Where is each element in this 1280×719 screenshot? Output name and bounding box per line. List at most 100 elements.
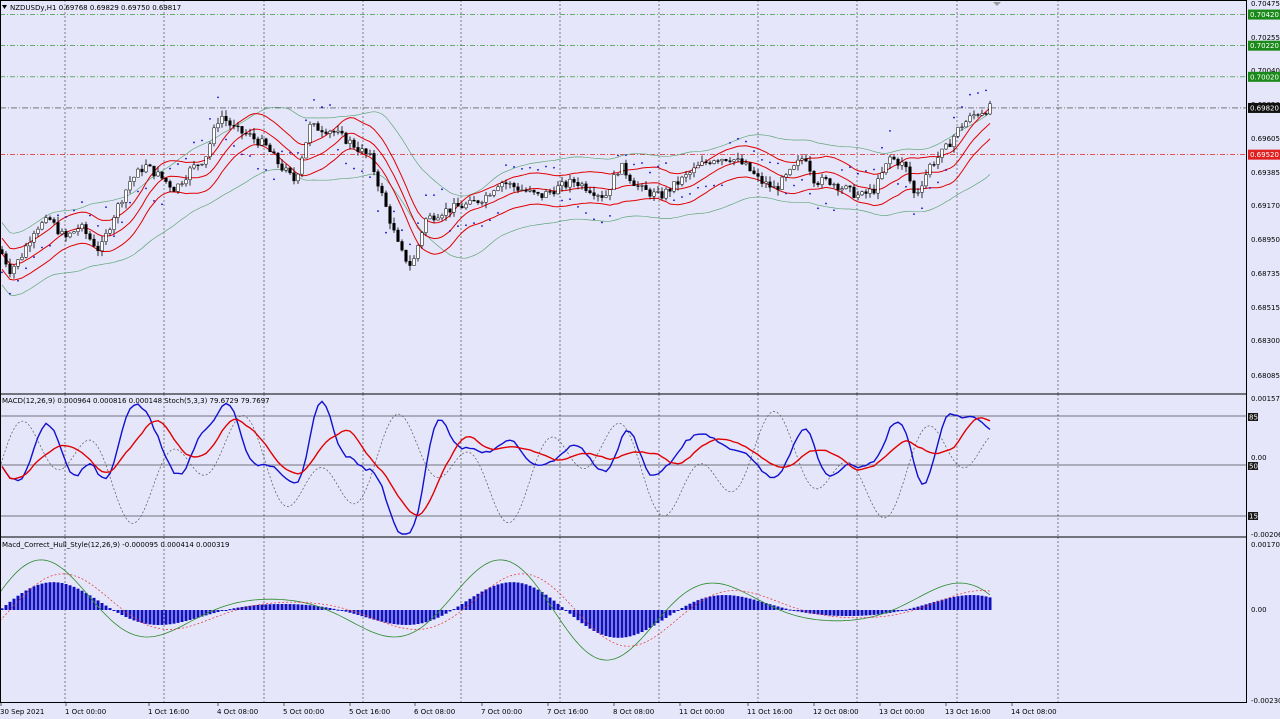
- histogram-bar: [556, 603, 560, 610]
- sar-dot: [145, 187, 147, 190]
- histogram-bar: [704, 597, 708, 610]
- candle: [976, 114, 980, 116]
- candle: [756, 173, 760, 177]
- candle: [680, 176, 684, 185]
- sar-dot: [833, 209, 835, 212]
- histogram-bar: [128, 610, 132, 619]
- candle: [200, 163, 204, 166]
- candle: [712, 160, 716, 164]
- candle: [788, 169, 792, 176]
- histogram-bar: [672, 610, 676, 613]
- sar-dot: [865, 170, 867, 172]
- level-price-tag: 0.69520: [1248, 149, 1280, 160]
- candle: [888, 156, 892, 164]
- candle: [872, 188, 876, 194]
- candle: [460, 206, 464, 209]
- candle: [704, 161, 708, 163]
- histogram-bar: [64, 584, 68, 610]
- sar-dot: [137, 190, 139, 193]
- hull-label: Macd_Correct_Hull_Style(12,26,9) -0.0000…: [2, 541, 229, 549]
- histogram-bar: [788, 609, 792, 611]
- symbol-label: NZDUSDy,H1 0.69768 0.69829 0.69750 0.698…: [10, 4, 181, 12]
- histogram-bar: [340, 610, 344, 611]
- histogram-bar: [388, 610, 392, 624]
- histogram-bar: [508, 582, 512, 610]
- candle: [984, 113, 988, 115]
- histogram-bar: [520, 583, 524, 610]
- candle: [516, 186, 520, 191]
- candle: [492, 190, 496, 196]
- histogram-bar: [376, 610, 380, 621]
- histogram-bar: [572, 610, 576, 618]
- candle: [688, 172, 692, 175]
- candle: [240, 126, 244, 134]
- candle: [344, 132, 348, 144]
- histogram-bar: [176, 610, 180, 623]
- sar-dot: [545, 165, 547, 168]
- sar-dot: [185, 157, 187, 160]
- histogram-bar: [256, 605, 260, 610]
- candle: [820, 177, 824, 185]
- histogram-bar: [896, 610, 900, 612]
- sar-dot: [553, 166, 555, 169]
- histogram-bar: [848, 610, 852, 616]
- candle: [908, 166, 912, 182]
- histogram-bar: [756, 600, 760, 610]
- sar-dot: [81, 201, 83, 203]
- histogram-bar: [612, 610, 616, 638]
- price-tick: 0.68085: [1251, 372, 1280, 380]
- time-label: 14 Oct 08:00: [1011, 708, 1057, 716]
- candle: [884, 163, 888, 173]
- level-price-tag: 0.70020: [1248, 71, 1280, 82]
- histogram-bar: [960, 595, 964, 610]
- histogram-bar: [820, 610, 824, 615]
- histogram-bar: [264, 604, 268, 610]
- histogram-bar: [476, 593, 480, 610]
- candle: [464, 203, 468, 209]
- candle: [792, 165, 796, 170]
- candle: [168, 181, 172, 188]
- candle: [740, 158, 744, 165]
- histogram-bar: [456, 606, 460, 610]
- sar-dot: [457, 225, 459, 228]
- candle: [476, 200, 480, 203]
- candle: [172, 187, 176, 192]
- candle: [256, 138, 260, 146]
- candle: [64, 231, 68, 238]
- candle: [540, 193, 544, 198]
- histogram-bar: [52, 582, 56, 610]
- sar-dot: [489, 219, 491, 222]
- histogram-bar: [72, 586, 76, 610]
- sar-dot: [41, 246, 43, 249]
- sar-dot: [633, 163, 635, 166]
- histogram-bar: [620, 610, 624, 638]
- histogram-bar: [44, 582, 48, 610]
- histogram-bar: [580, 610, 584, 624]
- sar-dot: [881, 146, 883, 149]
- candle: [52, 219, 56, 223]
- sar-dot: [809, 192, 811, 195]
- sar-dot: [937, 181, 939, 184]
- sar-dot: [913, 213, 915, 216]
- histogram-bar: [752, 599, 756, 610]
- candle: [724, 159, 728, 162]
- histogram-bar: [516, 582, 520, 610]
- candle: [408, 261, 412, 266]
- chart-window[interactable]: NZDUSDy,H1 0.69768 0.69829 0.69750 0.698…: [0, 0, 1280, 719]
- sar-dot: [353, 167, 355, 170]
- candle: [488, 195, 492, 197]
- histogram-bar: [120, 610, 124, 616]
- histogram-bar: [80, 590, 84, 610]
- candle: [268, 144, 272, 153]
- sar-dot: [105, 206, 107, 209]
- candle: [552, 191, 556, 195]
- candle: [612, 174, 616, 190]
- histogram-bar: [560, 607, 564, 610]
- candle: [432, 215, 436, 221]
- histogram-bar: [288, 604, 292, 610]
- histogram-bar: [944, 598, 948, 610]
- candle: [4, 253, 8, 265]
- histogram-bar: [532, 587, 536, 610]
- histogram-bar: [292, 604, 296, 610]
- candle: [988, 103, 992, 115]
